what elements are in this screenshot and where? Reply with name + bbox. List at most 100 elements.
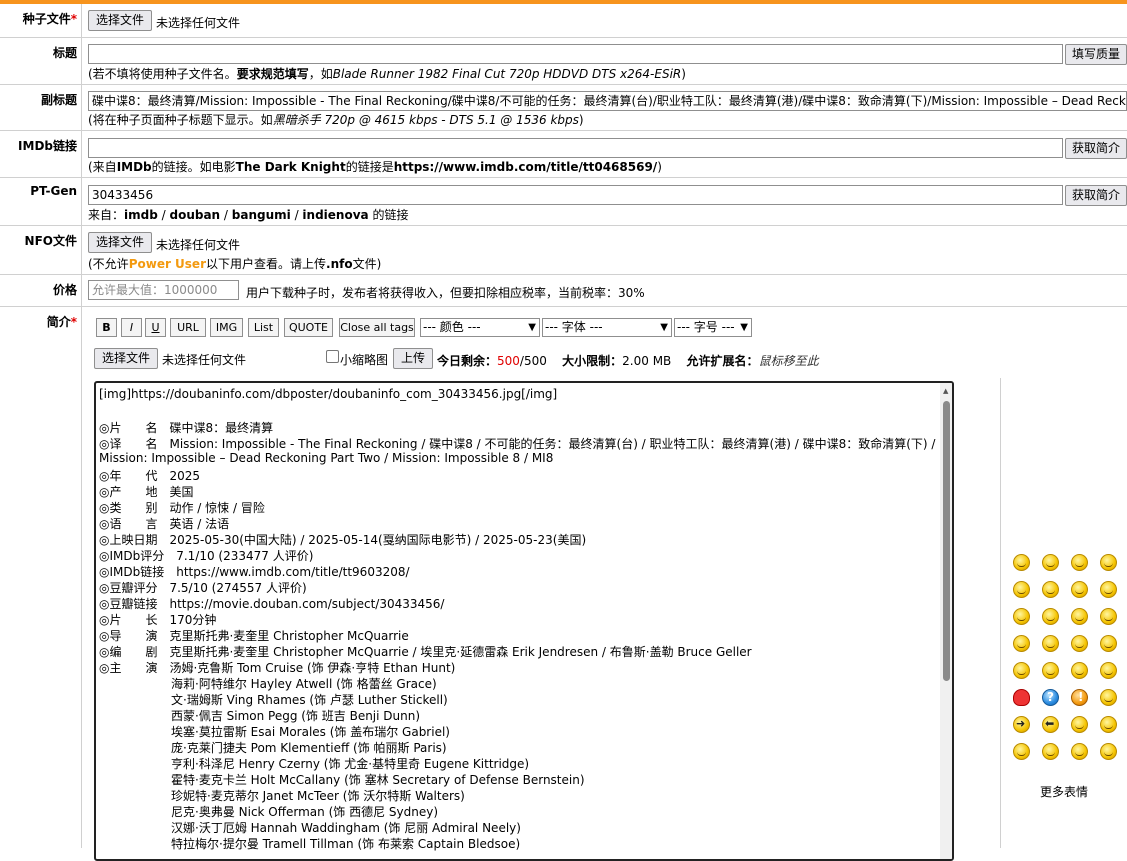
fill-quality-button[interactable]: 填写质量 <box>1065 44 1127 65</box>
wink-emoticon-icon[interactable] <box>1042 581 1059 598</box>
idea-emoticon-icon[interactable] <box>1100 689 1117 706</box>
nfo-status: 未选择任何文件 <box>156 238 241 252</box>
editor-line: ◎译 名 Mission: Impossible - The Final Rec… <box>99 437 936 451</box>
row-price: 价格 允许最大值：1000000 用户下载种子时，发布者将获得收入，但要扣除相应… <box>0 275 1127 307</box>
description-editor[interactable]: ▲ [img]https://doubaninfo.com/dbposter/d… <box>94 381 954 861</box>
intro-file-status: 未选择任何文件 <box>162 353 247 367</box>
eek-emoticon-icon[interactable] <box>1013 662 1030 679</box>
torrent-file-label: 种子文件* <box>0 4 82 37</box>
exclaim-emoticon-icon[interactable] <box>1071 689 1088 706</box>
neutral-emoticon-icon[interactable] <box>1071 581 1088 598</box>
upload-quota: 今日剩余：500/500 大小限制：2.00 MB 允许扩展名：鼠标移至此 <box>437 354 819 368</box>
glasses-emoticon-icon[interactable] <box>1100 635 1117 652</box>
surprise-emoticon-icon[interactable] <box>1071 608 1088 625</box>
imdb-url-input[interactable] <box>88 138 1063 158</box>
shock-emoticon-icon[interactable] <box>1042 608 1059 625</box>
size-select[interactable]: --- 字号 --- ▼ <box>674 318 752 337</box>
intro-choose-file-button[interactable]: 选择文件 <box>94 348 158 369</box>
editor-scroll-thumb[interactable] <box>943 401 950 681</box>
editor-line: 汉娜·沃丁厄姆 Hannah Waddingham (饰 尼丽 Admiral … <box>99 821 521 835</box>
color-select[interactable]: --- 颜色 --- ▼ <box>420 318 540 337</box>
sad-emoticon-icon[interactable] <box>1013 608 1030 625</box>
huh-emoticon-icon[interactable] <box>1071 662 1088 679</box>
ptgen-source-indienova[interactable]: indienova <box>302 208 368 222</box>
editor-line: ◎导 演 克里斯托弗·麦奎里 Christopher McQuarrie <box>99 629 409 643</box>
row-nfo: NFO文件 选择文件 未选择任何文件 (不允许Power User以下用户查看。… <box>0 226 1127 275</box>
grin-emoticon-icon[interactable] <box>1042 554 1059 571</box>
ptgen-fetch-button[interactable]: 获取简介 <box>1065 185 1127 206</box>
tongue-emoticon-icon[interactable] <box>1013 581 1030 598</box>
title-input[interactable] <box>88 44 1063 64</box>
row-subtitle: 副标题 碟中谍8：最终清算/Mission: Impossible - The … <box>0 85 1127 131</box>
thumbnail-checkbox[interactable] <box>326 350 339 363</box>
think-emoticon-icon[interactable] <box>1100 662 1117 679</box>
title-hint: (若不填将使用种子文件名。要求规范填写，如Blade Runner 1982 F… <box>88 67 686 81</box>
heart-emoticon-icon[interactable] <box>1013 689 1030 706</box>
ptgen-source-imdb[interactable]: imdb <box>124 208 158 222</box>
blush-emoticon-icon[interactable] <box>1042 662 1059 679</box>
ptgen-source-bangumi[interactable]: bangumi <box>232 208 291 222</box>
editor-scrollbar[interactable]: ▲ <box>940 383 952 859</box>
ptgen-sources: 来自：imdb / douban / bangumi / indienova 的… <box>88 208 409 222</box>
editor-line: ◎类 别 动作 / 惊悚 / 冒险 <box>99 501 265 515</box>
torrent-file-choose-button[interactable]: 选择文件 <box>88 10 152 31</box>
nfo-choose-button[interactable]: 选择文件 <box>88 232 152 253</box>
happy-emoticon-icon[interactable] <box>1042 743 1059 760</box>
upload-button[interactable]: 上传 <box>393 348 433 369</box>
quote-button[interactable]: QUOTE <box>284 318 333 337</box>
question-emoticon-icon[interactable] <box>1042 689 1059 706</box>
laugh-emoticon-icon[interactable] <box>1071 554 1088 571</box>
editor-line: ◎语 言 英语 / 法语 <box>99 517 230 531</box>
bold-button[interactable]: B <box>96 318 117 337</box>
editor-line: ◎豆瓣链接 https://movie.douban.com/subject/3… <box>99 597 445 611</box>
editor-line: ◎年 代 2025 <box>99 469 201 483</box>
editor-line: [img]https://doubaninfo.com/dbposter/dou… <box>99 387 558 401</box>
editor-line: ◎编 剧 克里斯托弗·麦奎里 Christopher McQuarrie / 埃… <box>99 645 752 659</box>
ptgen-input[interactable]: 30433456 <box>88 185 1063 205</box>
smile-emoticon-icon[interactable] <box>1013 554 1030 571</box>
italic-button[interactable]: I <box>121 318 142 337</box>
subtitle-input[interactable]: 碟中谍8：最终清算/Mission: Impossible - The Fina… <box>88 91 1127 111</box>
imdb-hint: (来自IMDb的链接。如电影The Dark Knight的链接是https:/… <box>88 160 662 174</box>
img-button[interactable]: IMG <box>210 318 243 337</box>
underline-button[interactable]: U <box>145 318 166 337</box>
sigh-emoticon-icon[interactable] <box>1071 743 1088 760</box>
price-input[interactable]: 允许最大值：1000000 <box>88 280 239 300</box>
editor-line: 西蒙·佩吉 Simon Pegg (饰 班吉 Benji Dunn) <box>99 709 421 723</box>
sleep-emoticon-icon[interactable] <box>1100 608 1117 625</box>
row-title: 标题 填写质量 (若不填将使用种子文件名。要求规范填写，如Blade Runne… <box>0 38 1127 85</box>
editor-line: 霍特·麦克卡兰 Holt McCallany (饰 塞林 Secretary o… <box>99 773 585 787</box>
list-button[interactable]: List <box>248 318 279 337</box>
price-hint: 用户下载种子时，发布者将获得收入，但要扣除相应税率，当前税率：30% <box>246 286 645 300</box>
editor-line: ◎片 长 170分钟 <box>99 613 217 627</box>
editor-line: 文·瑞姆斯 Ving Rhames (饰 卢瑟 Luther Stickell) <box>99 693 448 707</box>
frown-emoticon-icon[interactable] <box>1013 743 1030 760</box>
editor-line: ◎片 名 碟中谍8：最终清算 <box>99 421 274 435</box>
cool-emoticon-icon[interactable] <box>1071 635 1088 652</box>
evil-emoticon-icon[interactable] <box>1100 716 1117 733</box>
editor-line: 海莉·阿特维尔 Hayley Atwell (饰 格蕾丝 Grace) <box>99 677 437 691</box>
more-emoticons-link[interactable]: 更多表情 <box>1040 783 1088 800</box>
ptgen-source-douban[interactable]: douban <box>169 208 220 222</box>
editor-line: 亨利·科泽尼 Henry Czerny (饰 尤金·基特里奇 Eugene Ki… <box>99 757 530 771</box>
editor-line: 特拉梅尔·提尔曼 Tramell Tillman (饰 布莱索 Captain … <box>99 837 521 851</box>
editor-line: ◎豆瓣评分 7.5/10 (274557 人评价) <box>99 581 307 595</box>
extension-hint[interactable]: 鼠标移至此 <box>759 354 819 368</box>
confused-emoticon-icon[interactable] <box>1100 581 1117 598</box>
font-select[interactable]: --- 字体 --- ▼ <box>542 318 672 337</box>
imdb-fetch-button[interactable]: 获取简介 <box>1065 138 1127 159</box>
emoticon-panel: 更多表情 <box>1000 378 1127 848</box>
smirk-emoticon-icon[interactable] <box>1100 743 1117 760</box>
twisted-emoticon-icon[interactable] <box>1071 716 1088 733</box>
angel-emoticon-icon[interactable] <box>1013 635 1030 652</box>
crazy-emoticon-icon[interactable] <box>1042 635 1059 652</box>
nfo-hint: (不允许Power User以下用户查看。请上传.nfo文件) <box>88 257 382 271</box>
arrow-emoticon-icon[interactable] <box>1013 716 1030 733</box>
arrow-left-emoticon-icon[interactable] <box>1042 716 1059 733</box>
url-button[interactable]: URL <box>170 318 206 337</box>
editor-line: Mission: Impossible – Dead Reckoning Par… <box>99 451 554 465</box>
price-label: 价格 <box>0 275 82 306</box>
close-all-tags-button[interactable]: Close all tags <box>339 318 415 337</box>
editor-line: 庞·克莱门捷夫 Pom Klementieff (饰 帕丽斯 Paris) <box>99 741 447 755</box>
biggrin-emoticon-icon[interactable] <box>1100 554 1117 571</box>
